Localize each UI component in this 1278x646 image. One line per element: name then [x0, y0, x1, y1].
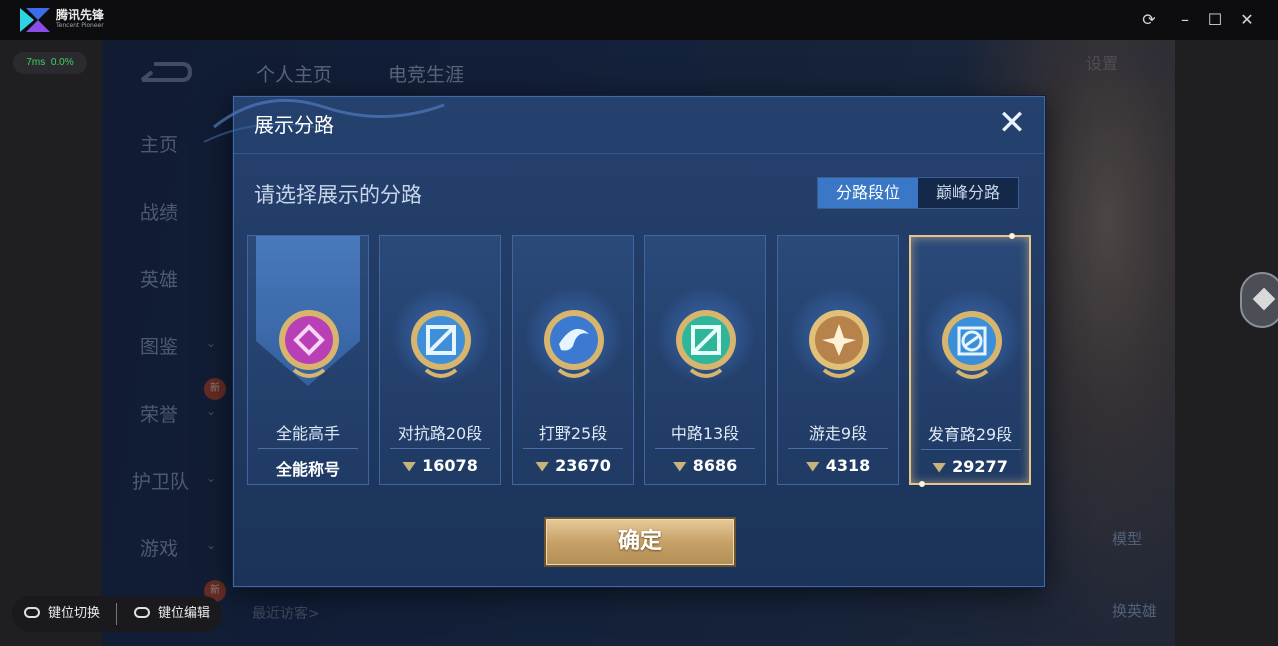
lane-name: 游走9段	[808, 424, 868, 443]
dialog-close-button[interactable]: ✕	[992, 103, 1032, 143]
toggle-lane-rank[interactable]: 分路段位	[818, 178, 918, 208]
divider	[921, 449, 1021, 450]
clash-lane-emblem-icon	[411, 310, 471, 378]
keymap-switch-button[interactable]: 键位切换	[48, 605, 100, 623]
lane-card-clash-lane[interactable]: 对抗路20段 16078	[379, 235, 501, 485]
jungle-emblem-icon	[544, 310, 604, 378]
cloud-decoration-icon	[204, 98, 445, 143]
dialog-title: 展示分路	[254, 113, 334, 137]
proficiency-icon	[932, 462, 947, 473]
lane-card-roam[interactable]: 游走9段 4318	[777, 235, 899, 485]
divider	[523, 448, 623, 449]
selection-corner-dot	[1009, 233, 1015, 239]
proficiency-icon	[535, 461, 550, 472]
keymap-toolbar: 键位切换 键位编辑	[12, 596, 222, 632]
ping-value: 7ms	[26, 57, 46, 68]
app-logo-icon	[20, 8, 50, 32]
lane-score: 8686	[645, 456, 765, 475]
roam-emblem-icon	[809, 310, 869, 378]
lane-card-farm-lane[interactable]: 发育路29段 29277	[909, 233, 1031, 487]
lane-name: 全能高手	[275, 424, 340, 443]
floating-assist-handle[interactable]	[1240, 272, 1278, 328]
lane-score: 16078	[380, 456, 500, 475]
lane-card-all-round[interactable]: 全能高手 全能称号	[247, 235, 369, 485]
proficiency-icon	[402, 461, 417, 472]
refresh-icon[interactable]: ⟳	[1139, 10, 1159, 30]
loss-value: 0.0%	[50, 57, 74, 68]
lane-mode-toggle: 分路段位 巅峰分路	[817, 177, 1019, 209]
lane-score: 29277	[911, 457, 1029, 476]
divider	[390, 448, 490, 449]
divider	[788, 448, 888, 449]
show-lane-dialog: 展示分路 ✕ 请选择展示的分路 分路段位 巅峰分路 全能高手 全能称号 对抗路2…	[204, 96, 1045, 587]
keymap-edit-button[interactable]: 键位编辑	[158, 605, 210, 623]
lane-card-jungle[interactable]: 打野25段 23670	[512, 235, 634, 485]
divider	[116, 603, 117, 625]
toggle-peak-lane[interactable]: 巅峰分路	[918, 178, 1018, 208]
gamepad-icon	[24, 607, 40, 618]
all-round-emblem-icon	[279, 310, 339, 378]
lane-score: 4318	[778, 456, 898, 475]
dialog-header: 展示分路 ✕	[204, 97, 1044, 154]
lane-card-mid[interactable]: 中路13段 8686	[644, 235, 766, 485]
selection-corner-dot	[919, 481, 925, 487]
lane-score: 23670	[513, 456, 633, 475]
mid-lane-emblem-icon	[676, 310, 736, 378]
lane-name: 中路13段	[670, 424, 740, 443]
lane-name: 打野25段	[538, 424, 608, 443]
app-brand-name: 腾讯先锋	[56, 8, 105, 22]
divider	[655, 448, 755, 449]
dialog-subtitle: 请选择展示的分路	[254, 183, 422, 207]
lane-name: 发育路29段	[927, 425, 1013, 444]
divider	[258, 448, 358, 449]
maximize-icon[interactable]: ☐	[1205, 10, 1225, 30]
proficiency-icon	[805, 461, 820, 472]
proficiency-icon	[672, 461, 687, 472]
diamond-icon	[1252, 287, 1276, 311]
lane-value: 全能称号	[275, 460, 340, 479]
gamepad-icon	[134, 607, 150, 618]
close-icon[interactable]: ✕	[1237, 10, 1257, 30]
confirm-button[interactable]: 确定	[546, 519, 734, 565]
app-brand-subtitle: Tencent Pioneer	[56, 22, 104, 29]
farm-lane-emblem-icon	[942, 311, 1002, 379]
minimize-icon[interactable]: –	[1175, 10, 1195, 30]
network-status-badge: 7ms 0.0%	[13, 52, 87, 74]
title-bar: 腾讯先锋 Tencent Pioneer ⟳ – ☐ ✕	[0, 0, 1278, 40]
lane-name: 对抗路20段	[397, 424, 483, 443]
